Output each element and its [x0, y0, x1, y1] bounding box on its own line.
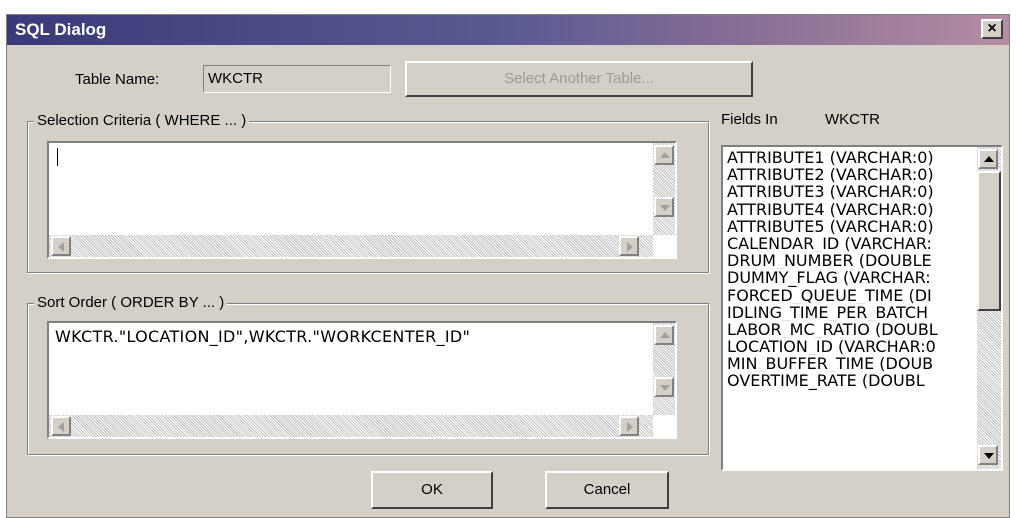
arrow-up-icon	[984, 156, 994, 162]
close-icon: ×	[987, 20, 997, 37]
field-list-item[interactable]: ATTRIBUTE5 (VARCHAR:0)	[727, 218, 975, 235]
field-list-item[interactable]: FORCED_QUEUE_TIME (DI	[727, 287, 975, 304]
order-scroll-right-button[interactable]	[619, 416, 639, 436]
order-horizontal-scrollbar[interactable]	[49, 415, 653, 437]
field-list-item[interactable]: LABOR_MC_RATIO (DOUBL	[727, 321, 975, 338]
window-title: SQL Dialog	[15, 20, 107, 39]
cancel-button[interactable]: Cancel	[545, 471, 669, 509]
order-by-text: WKCTR."LOCATION_ID",WKCTR."WORKCENTER_ID…	[55, 327, 471, 346]
fields-scroll-down-button[interactable]	[978, 445, 998, 465]
selection-criteria-title: Selection Criteria ( WHERE ... )	[34, 112, 250, 129]
where-clause-textarea[interactable]	[47, 141, 677, 259]
fields-table-name: WKCTR	[825, 111, 880, 128]
arrow-right-icon	[627, 422, 633, 432]
order-vertical-scrollbar[interactable]	[653, 323, 675, 415]
where-scroll-up-button[interactable]	[654, 145, 674, 165]
field-list-item[interactable]: OVERTIME_RATE (DOUBL	[727, 372, 975, 389]
order-scroll-left-button[interactable]	[51, 416, 71, 436]
field-list-item[interactable]: DUMMY_FLAG (VARCHAR:	[727, 269, 975, 286]
arrow-down-icon	[984, 453, 994, 459]
where-scroll-down-button[interactable]	[654, 197, 674, 217]
field-list-item[interactable]: ATTRIBUTE2 (VARCHAR:0)	[727, 166, 975, 183]
fields-vertical-scrollbar[interactable]	[977, 147, 1001, 469]
select-another-table-button[interactable]: Select Another Table...	[405, 61, 753, 97]
field-list-item[interactable]: IDLING_TIME_PER_BATCH	[727, 304, 975, 321]
sort-order-title: Sort Order ( ORDER BY ... )	[34, 294, 228, 311]
field-list-item[interactable]: ATTRIBUTE1 (VARCHAR:0)	[727, 149, 975, 166]
arrow-left-icon	[58, 422, 64, 432]
field-list-item[interactable]: LOCATION_ID (VARCHAR:0	[727, 338, 975, 355]
table-name-field: WKCTR	[203, 65, 391, 93]
where-vertical-scrollbar[interactable]	[653, 143, 675, 235]
arrow-right-icon	[627, 242, 633, 252]
arrow-down-icon	[660, 205, 670, 211]
where-scroll-left-button[interactable]	[51, 236, 71, 256]
field-list-item[interactable]: DRUM_NUMBER (DOUBLE	[727, 252, 975, 269]
fields-listbox[interactable]: ATTRIBUTE1 (VARCHAR:0) ATTRIBUTE2 (VARCHA…	[721, 145, 1003, 471]
sql-dialog-window: SQL Dialog × Table Name: WKCTR Select An…	[6, 14, 1010, 518]
where-horizontal-scrollbar[interactable]	[49, 235, 653, 257]
where-scroll-right-button[interactable]	[619, 236, 639, 256]
arrow-down-icon	[660, 385, 670, 391]
order-scroll-down-button[interactable]	[654, 377, 674, 397]
fields-scroll-thumb[interactable]	[977, 171, 1001, 311]
ok-button[interactable]: OK	[371, 471, 493, 509]
field-list-item[interactable]: MIN_BUFFER_TIME (DOUB	[727, 355, 975, 372]
order-by-textarea[interactable]: WKCTR."LOCATION_ID",WKCTR."WORKCENTER_ID…	[47, 321, 677, 439]
field-list-item[interactable]: ATTRIBUTE4 (VARCHAR:0)	[727, 201, 975, 218]
arrow-up-icon	[660, 332, 670, 338]
arrow-left-icon	[58, 242, 64, 252]
fields-scroll-up-button[interactable]	[978, 149, 998, 169]
table-name-label: Table Name:	[75, 71, 160, 88]
field-list-item[interactable]: CALENDAR_ID (VARCHAR:	[727, 235, 975, 252]
close-button[interactable]: ×	[981, 19, 1003, 39]
text-caret	[57, 148, 58, 166]
arrow-up-icon	[660, 152, 670, 158]
fields-list: ATTRIBUTE1 (VARCHAR:0) ATTRIBUTE2 (VARCHA…	[727, 149, 975, 390]
field-list-item[interactable]: ATTRIBUTE3 (VARCHAR:0)	[727, 183, 975, 200]
title-bar[interactable]: SQL Dialog ×	[7, 15, 1009, 45]
order-scroll-up-button[interactable]	[654, 325, 674, 345]
fields-in-label: Fields In	[721, 111, 778, 128]
